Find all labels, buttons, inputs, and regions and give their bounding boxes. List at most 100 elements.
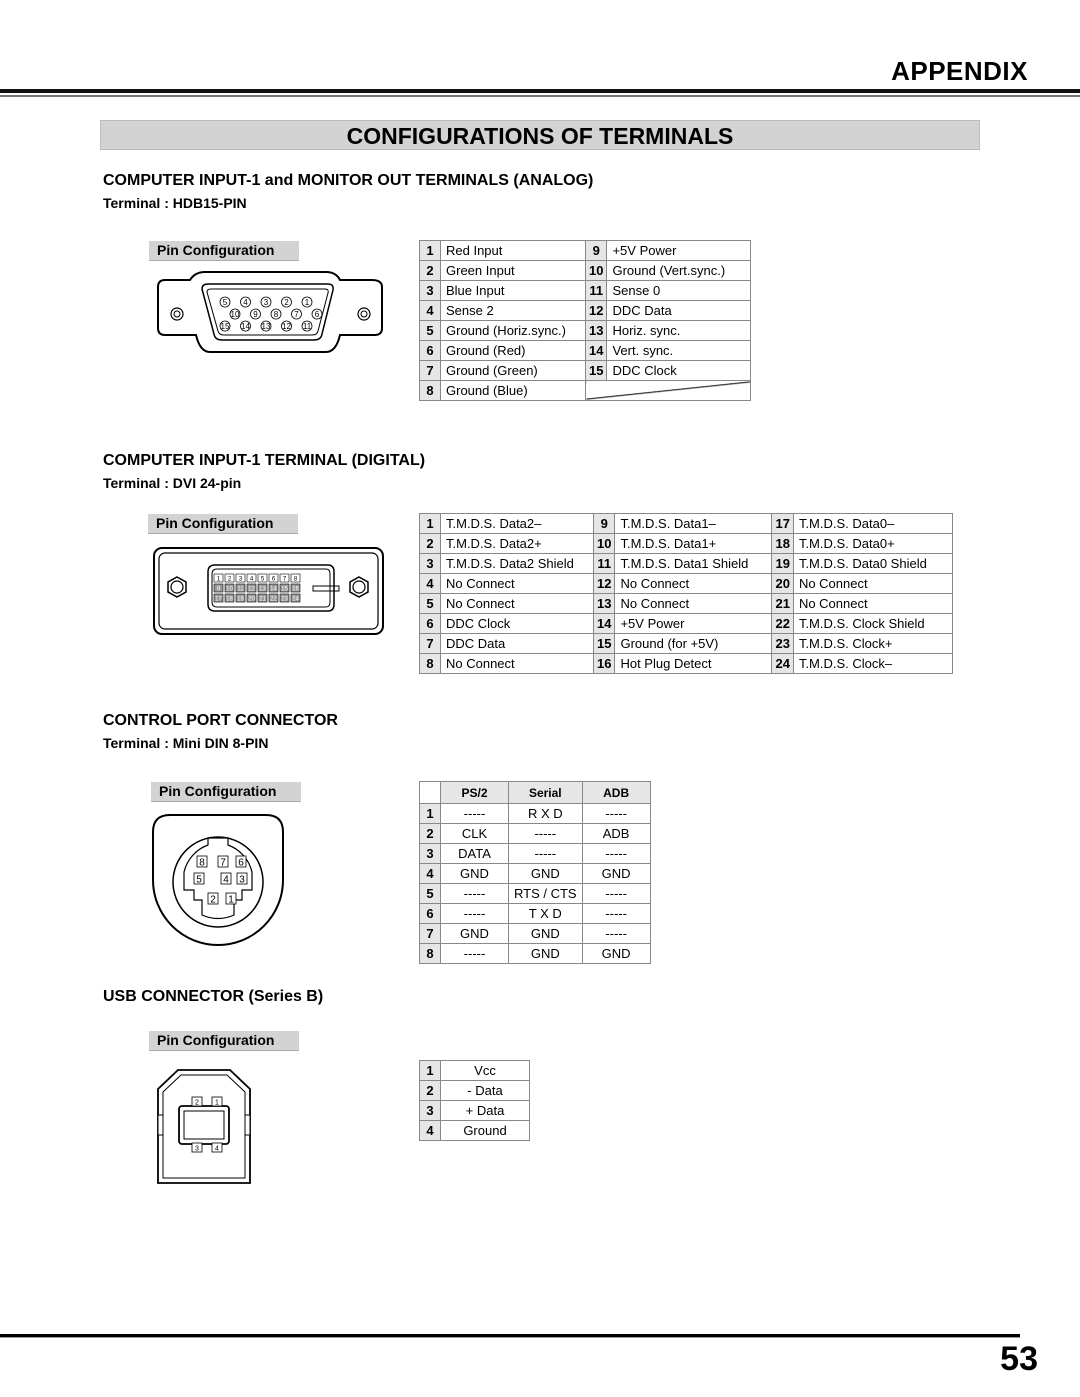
pin-signal: -----	[581, 903, 651, 924]
pin-signal: -----	[581, 803, 651, 824]
pin-signal: -----	[508, 843, 583, 864]
pin-signal: Ground (Red)	[440, 340, 586, 361]
pin-number: 12	[584, 300, 608, 321]
column-header: PS/2	[440, 781, 509, 804]
pin-signal: - Data	[440, 1080, 530, 1101]
pin-label: 1	[305, 298, 310, 307]
pin-label: 18	[226, 596, 233, 602]
pin-signal: -----	[581, 883, 651, 904]
pin-label: 2	[210, 895, 216, 906]
table-row: 3 + Data	[419, 1100, 530, 1121]
pin-label: 14	[270, 586, 277, 592]
page-title: CONFIGURATIONS OF TERMINALS	[100, 120, 980, 150]
pin-signal: T.M.D.S. Data1–	[614, 513, 773, 534]
pin-label: 7	[220, 858, 226, 869]
table-row: 3 DATA ----- -----	[419, 843, 651, 864]
pin-number: 1	[419, 1060, 441, 1081]
pin-signal: Ground (Vert.sync.)	[606, 260, 752, 281]
usb-pin-config-label: Pin Configuration	[149, 1031, 299, 1051]
pin-signal: -----	[508, 823, 583, 844]
pin-signal: Ground	[440, 1120, 530, 1141]
pin-label: 3	[264, 298, 269, 307]
pin-number: 17	[771, 513, 794, 534]
pin-number: 23	[771, 633, 794, 654]
hdb15-connector-diagram: 5 4 3 2 1 10 9 8 7 6 15 14 13 12 11	[157, 271, 383, 353]
pin-signal: T.M.D.S. Clock+	[792, 633, 953, 654]
pin-number: 10	[592, 533, 616, 554]
pin-number: 3	[419, 1100, 441, 1121]
pin-signal: T X D	[508, 903, 583, 924]
pin-label: 21	[259, 596, 266, 602]
pin-label: 15	[281, 586, 288, 592]
digital-terminal-label: Terminal : DVI 24-pin	[103, 475, 242, 491]
pin-label: 16	[292, 586, 299, 592]
table-row: 3 Blue Input 11 Sense 0	[419, 280, 752, 301]
pin-signal: DATA	[440, 843, 509, 864]
pin-signal: RTS / CTS	[508, 883, 583, 904]
table-row: 2- Data	[419, 1080, 530, 1101]
pin-number: 20	[771, 573, 794, 594]
table-row: 6 DDC Clock 14 +5V Power 22 T.M.D.S. Clock Sh…	[419, 613, 953, 634]
pin-signal: T.M.D.S. Data0–	[792, 513, 953, 534]
pin-signal: +5V Power	[606, 240, 752, 261]
table-row: 7 Ground (Green) 15 DDC Clock	[419, 360, 752, 381]
pin-signal: T.M.D.S. Data2 Shield	[440, 553, 594, 574]
table-row: 6 Ground (Red) 14 Vert. sync.	[419, 340, 752, 361]
pin-number: 2	[419, 533, 441, 554]
pin-signal: DDC Data	[440, 633, 594, 654]
pin-signal: GND	[581, 863, 651, 884]
pin-number: 11	[584, 280, 608, 301]
pin-number: 12	[592, 573, 616, 594]
pin-label: 4	[243, 298, 248, 307]
pin-number: 7	[419, 923, 441, 944]
pin-number: 11	[592, 553, 616, 574]
table-row: 1 Red Input 9 +5V Power	[419, 240, 752, 261]
table-row: 6 ----- T X D -----	[419, 903, 651, 924]
pin-signal: DDC Clock	[440, 613, 594, 634]
pin-signal: GND	[581, 943, 651, 964]
pin-number: 14	[584, 340, 608, 361]
pin-label: 13	[262, 322, 271, 331]
pin-signal: -----	[440, 943, 509, 964]
pin-signal: GND	[440, 923, 509, 944]
analog-heading: COMPUTER INPUT-1 and MONITOR OUT TERMINA…	[103, 172, 594, 189]
pin-label: 10	[226, 586, 233, 592]
pin-label: 5	[196, 875, 202, 886]
control-heading: CONTROL PORT CONNECTOR	[103, 712, 338, 729]
pin-number: 19	[771, 553, 794, 574]
pin-number: 15	[592, 633, 616, 654]
pin-label: 1	[215, 1100, 219, 1107]
pin-signal: Vert. sync.	[606, 340, 752, 361]
pin-number: 14	[592, 613, 616, 634]
control-terminal-label: Terminal : Mini DIN 8-PIN	[103, 735, 269, 751]
pin-label: 2	[195, 1100, 199, 1107]
table-row: 4 No Connect 12 No Connect 20 No Connect	[419, 573, 953, 594]
table-row: 4 Ground	[419, 1120, 530, 1141]
table-row: 4 GND GND GND	[419, 863, 651, 884]
pin-number: 8	[419, 380, 441, 401]
pin-signal: T.M.D.S. Data0 Shield	[792, 553, 953, 574]
pin-signal: ADB	[581, 823, 651, 844]
pin-label: 17	[215, 596, 222, 602]
pin-signal: Ground (Green)	[440, 360, 586, 381]
pin-label: 8	[274, 310, 279, 319]
pin-number: 6	[419, 903, 441, 924]
pin-signal: T.M.D.S. Data0+	[792, 533, 953, 554]
pin-number: 1	[419, 240, 441, 261]
pin-number: 6	[419, 613, 441, 634]
pin-number: 2	[419, 823, 441, 844]
pin-signal: T.M.D.S. Data1+	[614, 533, 773, 554]
pin-number: 9	[592, 513, 616, 534]
pin-label: 15	[221, 322, 230, 331]
pin-label: 10	[231, 310, 240, 319]
header-rule-thin	[0, 95, 1080, 97]
pin-number: 3	[419, 280, 441, 301]
pin-number: 2	[419, 1080, 441, 1101]
pin-signal: Ground (for +5V)	[614, 633, 773, 654]
pin-signal: No Connect	[440, 573, 594, 594]
pin-label: 11	[237, 586, 244, 592]
pin-signal: Hot Plug Detect	[614, 653, 773, 674]
pin-signal: GND	[508, 943, 583, 964]
pin-number: 5	[419, 593, 441, 614]
pin-signal: -----	[581, 843, 651, 864]
